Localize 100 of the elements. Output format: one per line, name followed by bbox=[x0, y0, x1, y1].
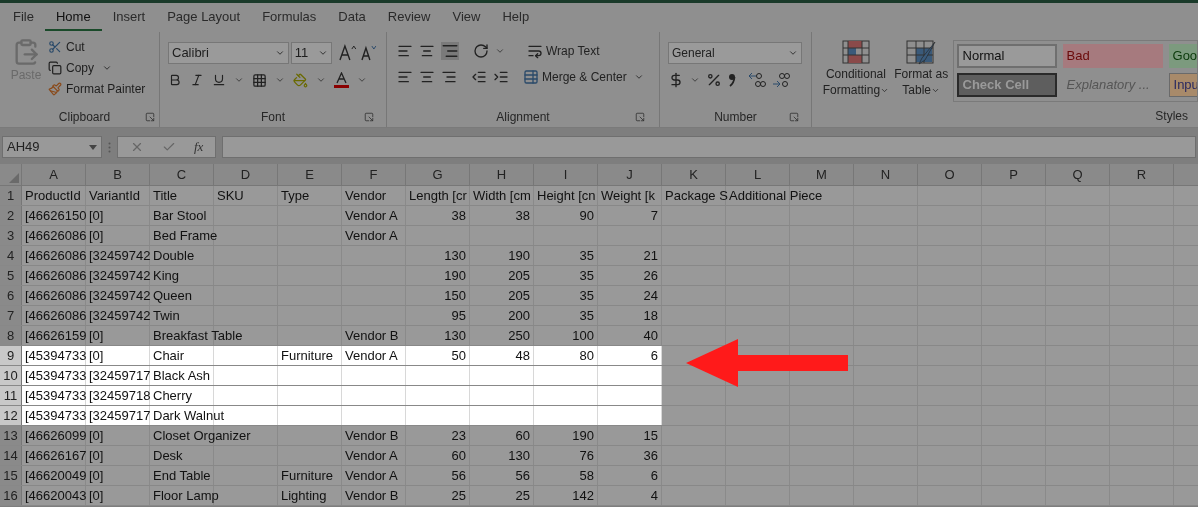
dropdown-caret-icon[interactable] bbox=[274, 48, 285, 58]
menu-tab[interactable]: Insert bbox=[101, 4, 157, 31]
increase-decimal-icon[interactable] bbox=[748, 72, 766, 88]
row-header[interactable]: 7 bbox=[0, 306, 22, 325]
insert-function-button[interactable]: fx bbox=[194, 137, 204, 157]
borders-icon[interactable] bbox=[252, 72, 267, 88]
currency-icon[interactable] bbox=[668, 72, 684, 88]
column-header[interactable]: P bbox=[982, 164, 1046, 185]
menu-tab[interactable]: Data bbox=[327, 4, 377, 31]
align-left-icon[interactable] bbox=[397, 69, 413, 85]
font-size-dropdown[interactable]: 11 bbox=[290, 42, 333, 64]
row-header[interactable]: 1 bbox=[0, 186, 22, 205]
dropdown-caret-icon[interactable] bbox=[234, 75, 244, 85]
column-header[interactable]: C bbox=[150, 164, 214, 185]
dropdown-caret-icon[interactable] bbox=[690, 75, 700, 85]
dropdown-caret-icon[interactable] bbox=[275, 75, 285, 85]
column-header[interactable]: A bbox=[22, 164, 86, 185]
row-header[interactable]: 14 bbox=[0, 446, 22, 465]
row-header[interactable]: 3 bbox=[0, 226, 22, 245]
row-header[interactable]: 5 bbox=[0, 266, 22, 285]
column-header[interactable]: Q bbox=[1046, 164, 1110, 185]
row-header[interactable]: 8 bbox=[0, 326, 22, 345]
middle-align-icon[interactable] bbox=[419, 43, 435, 59]
enter-icon[interactable] bbox=[162, 140, 176, 154]
italic-icon[interactable] bbox=[190, 73, 204, 87]
percent-icon[interactable] bbox=[706, 72, 722, 88]
menu-tab[interactable]: Formulas bbox=[251, 4, 328, 31]
format-as-table-button[interactable]: Format as Table bbox=[893, 40, 949, 107]
increase-font-size-icon[interactable] bbox=[338, 44, 359, 62]
menu-tab[interactable]: Home bbox=[44, 4, 102, 31]
dropdown-caret-icon[interactable] bbox=[316, 75, 326, 85]
row-header[interactable]: 11 bbox=[0, 386, 22, 405]
decrease-font-size-icon[interactable] bbox=[360, 44, 378, 62]
top-align-icon[interactable] bbox=[397, 43, 413, 59]
column-header[interactable]: R bbox=[1110, 164, 1174, 185]
cell-style-option[interactable]: Inpu bbox=[1168, 73, 1197, 97]
column-header[interactable]: M bbox=[790, 164, 854, 185]
dialog-launcher-icon[interactable] bbox=[635, 112, 645, 122]
row-header[interactable]: 6 bbox=[0, 286, 22, 305]
menu-tab[interactable]: File bbox=[2, 4, 45, 31]
column-header[interactable]: F bbox=[342, 164, 406, 185]
column-header[interactable]: L bbox=[726, 164, 790, 185]
dropdown-caret-icon[interactable] bbox=[633, 72, 644, 82]
row-header[interactable]: 10 bbox=[0, 366, 22, 385]
row-header[interactable]: 2 bbox=[0, 206, 22, 225]
row-header[interactable]: 9 bbox=[0, 346, 22, 365]
column-header[interactable]: O bbox=[918, 164, 982, 185]
column-header[interactable]: B bbox=[86, 164, 150, 185]
menu-tab[interactable]: Review bbox=[376, 4, 442, 31]
cut-button[interactable]: Cut bbox=[48, 38, 146, 56]
row-header[interactable]: 12 bbox=[0, 406, 22, 425]
cell-style-option[interactable]: Goo bbox=[1168, 44, 1197, 68]
dropdown-caret-icon[interactable] bbox=[102, 63, 112, 73]
menu-tab[interactable]: Help bbox=[491, 4, 541, 31]
dropdown-caret-icon[interactable] bbox=[788, 48, 798, 58]
row-header[interactable]: 13 bbox=[0, 426, 22, 445]
decrease-indent-icon[interactable] bbox=[471, 69, 487, 85]
dropdown-caret-icon[interactable] bbox=[357, 75, 367, 85]
decrease-decimal-icon[interactable] bbox=[772, 72, 790, 88]
cell-style-option[interactable]: Explanatory ... bbox=[1062, 73, 1163, 97]
column-header[interactable]: D bbox=[214, 164, 278, 185]
format-painter-button[interactable]: Format Painter bbox=[48, 80, 146, 98]
font-name-dropdown[interactable]: Calibri bbox=[168, 42, 289, 64]
column-header[interactable]: H bbox=[470, 164, 534, 185]
name-box[interactable]: AH49 bbox=[2, 136, 102, 158]
row-header[interactable]: 15 bbox=[0, 466, 22, 485]
dialog-launcher-icon[interactable] bbox=[364, 112, 374, 122]
conditional-formatting-button[interactable]: Conditional Formatting bbox=[822, 40, 890, 107]
align-right-icon[interactable] bbox=[441, 69, 457, 85]
column-header[interactable]: I bbox=[534, 164, 598, 185]
merge-center-button[interactable]: Merge & Center bbox=[523, 68, 644, 86]
column-header[interactable]: G bbox=[406, 164, 470, 185]
cell-style-option[interactable]: Normal bbox=[956, 44, 1057, 68]
wrap-text-button[interactable]: Wrap Text bbox=[527, 42, 600, 60]
cancel-icon[interactable] bbox=[130, 140, 144, 154]
dialog-launcher-icon[interactable] bbox=[145, 112, 155, 122]
bottom-align-icon[interactable] bbox=[441, 42, 459, 60]
cell-style-option[interactable]: Bad bbox=[1062, 44, 1163, 68]
align-center-icon[interactable] bbox=[419, 69, 435, 85]
column-header[interactable]: N bbox=[854, 164, 918, 185]
comma-style-icon[interactable] bbox=[728, 73, 736, 87]
dropdown-caret-icon[interactable] bbox=[318, 48, 329, 58]
menu-tab[interactable]: View bbox=[441, 4, 492, 31]
fill-color-icon[interactable] bbox=[293, 72, 308, 88]
column-header[interactable]: K bbox=[662, 164, 726, 185]
number-format-dropdown[interactable]: General bbox=[668, 42, 802, 64]
font-color-icon[interactable] bbox=[334, 72, 349, 88]
underline-icon[interactable] bbox=[212, 73, 226, 87]
increase-indent-icon[interactable] bbox=[493, 69, 509, 85]
dialog-launcher-icon[interactable] bbox=[789, 112, 799, 122]
column-header[interactable]: E bbox=[278, 164, 342, 185]
menu-tab[interactable]: Page Layout bbox=[156, 4, 252, 31]
row-header[interactable]: 4 bbox=[0, 246, 22, 265]
formula-input[interactable] bbox=[222, 136, 1196, 158]
dropdown-caret-icon[interactable] bbox=[495, 46, 505, 56]
row-header[interactable]: 16 bbox=[0, 486, 22, 505]
orientation-icon[interactable] bbox=[473, 43, 489, 59]
column-header[interactable]: J bbox=[598, 164, 662, 185]
copy-button[interactable]: Copy bbox=[48, 59, 146, 77]
bold-icon[interactable] bbox=[168, 73, 182, 87]
